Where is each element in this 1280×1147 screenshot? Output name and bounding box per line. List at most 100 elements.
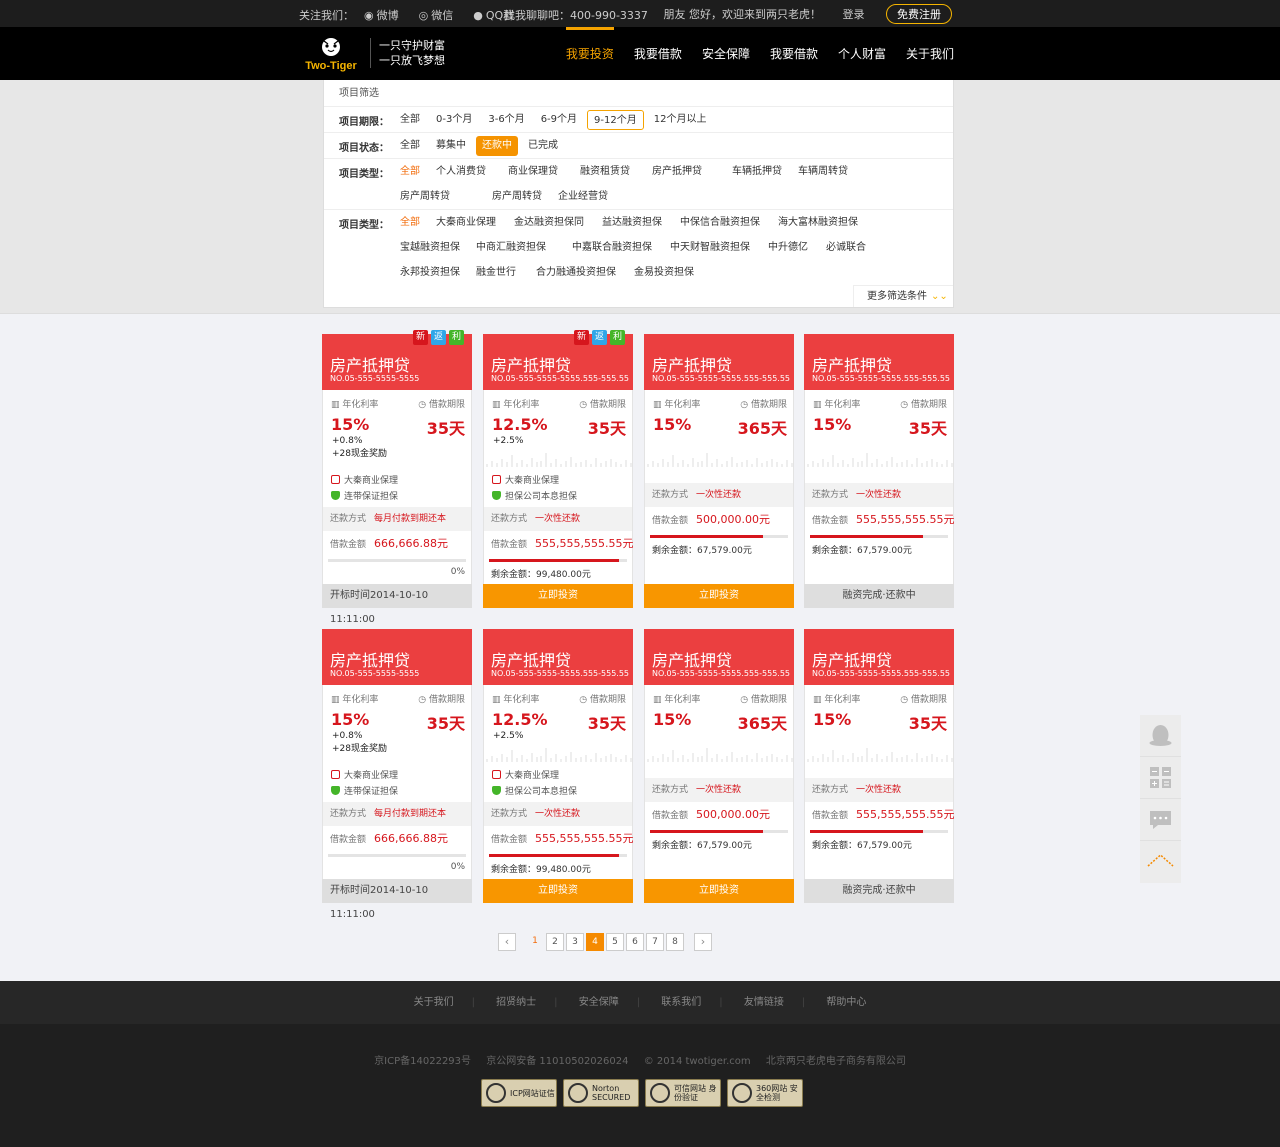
footer-link[interactable]: 友情链接 xyxy=(744,997,784,1008)
page-button[interactable]: 5 xyxy=(606,933,624,951)
repay-row: 还款方式 一次性还款 xyxy=(484,507,632,531)
footer-link[interactable]: 帮助中心 xyxy=(826,997,866,1008)
status-option[interactable]: 已完成 xyxy=(522,136,564,156)
icp-badge[interactable]: ICP网站证信 xyxy=(481,1079,557,1107)
login-link[interactable]: 登录 xyxy=(843,6,865,22)
page-button[interactable]: 7 xyxy=(646,933,664,951)
type-option[interactable]: 企业经营贷 xyxy=(552,187,614,207)
loan-card[interactable]: 房产抵押贷 NO.05-555-5555-5555 ▥ 年化利率 ◷ 借款期限 15% 3… xyxy=(322,629,472,920)
guarantor-option[interactable]: 合力融通投资担保 xyxy=(530,263,622,283)
guarantor-option[interactable]: 大秦商业保理 xyxy=(430,213,502,233)
guarantor-option[interactable]: 永邦投资担保 xyxy=(394,263,466,283)
invest-button[interactable]: 立即投资 xyxy=(483,879,633,903)
project-filter: 项目筛选 项目期限： 全部 0-3个月 3-6个月 6-9个月 9-12个月 1… xyxy=(323,80,954,308)
nav-security[interactable]: 安全保障 xyxy=(702,27,750,80)
page-button[interactable]: 1 xyxy=(526,933,544,951)
type-option[interactable]: 房产周转贷 xyxy=(394,187,456,207)
footer-link[interactable]: 联系我们 xyxy=(661,997,701,1008)
guarantor-option-selected[interactable]: 全部 xyxy=(394,213,426,233)
card-header: 新返利房产抵押贷 NO.05-555-5555-5555.555-555.55 xyxy=(483,330,633,390)
type-option[interactable]: 房产抵押贷 xyxy=(646,162,708,182)
loan-card[interactable]: 房产抵押贷 NO.05-555-5555-5555.555-555.55 ▥ 年化利… xyxy=(804,334,955,608)
loan-card[interactable]: 房产抵押贷 NO.05-555-5555-5555.555-555.55 ▥ 年化利… xyxy=(804,629,955,903)
nav-about[interactable]: 关于我们 xyxy=(906,27,954,80)
page-button[interactable]: 3 xyxy=(566,933,584,951)
guarantor-option[interactable]: 海大富林融资担保 xyxy=(772,213,864,233)
trusted-site-badge[interactable]: 可信网站 身份验证 xyxy=(645,1079,721,1107)
guarantor-option[interactable]: 中嘉联合融资担保 xyxy=(566,238,658,258)
page-button[interactable]: 8 xyxy=(666,933,684,951)
period-option-selected[interactable]: 9-12个月 xyxy=(587,110,644,130)
prev-page-button[interactable]: ‹ xyxy=(498,933,516,951)
guarantor-option[interactable]: 中天财智融资担保 xyxy=(664,238,756,258)
open-time: 开标时间2014-10-10 11:11:00 xyxy=(322,584,472,625)
qq-icon[interactable] xyxy=(1140,715,1181,757)
back-to-top-icon[interactable] xyxy=(1140,841,1181,883)
loan-card[interactable]: 房产抵押贷 NO.05-555-5555-5555.555-555.55 ▥ 年化利… xyxy=(483,629,634,903)
period-option[interactable]: 6-9个月 xyxy=(535,110,583,130)
invest-button[interactable]: 立即投资 xyxy=(483,584,633,608)
loan-days: 365天 xyxy=(737,419,787,438)
logo[interactable]: Two-Tiger xyxy=(300,35,362,73)
loan-card[interactable]: 新返利房产抵押贷 NO.05-555-5555-5555 ▥ 年化利率 ◷ 借款期限 1… xyxy=(322,330,472,625)
invest-button[interactable]: 立即投资 xyxy=(644,879,794,903)
type-option[interactable]: 融资租赁贷 xyxy=(574,162,636,182)
guarantor-option[interactable]: 宝越融资担保 xyxy=(394,238,466,258)
type-option[interactable]: 个人消费贷 xyxy=(430,162,492,182)
calculator-icon[interactable] xyxy=(1140,757,1181,799)
card-header: 房产抵押贷 NO.05-555-5555-5555 xyxy=(322,629,472,685)
loan-card[interactable]: 房产抵押贷 NO.05-555-5555-5555.555-555.55 ▥ 年化利… xyxy=(644,629,794,903)
footer-link[interactable]: 安全保障 xyxy=(579,997,619,1008)
qq-icon: ● xyxy=(473,9,483,22)
period-option[interactable]: 0-3个月 xyxy=(430,110,478,130)
nav-borrow-2[interactable]: 我要借款 xyxy=(770,27,818,80)
guarantor-option[interactable]: 中保信合融资担保 xyxy=(674,213,766,233)
page-button[interactable]: 2 xyxy=(546,933,564,951)
weibo-link[interactable]: ◉ 微博 xyxy=(364,9,409,22)
type-option[interactable]: 车辆周转贷 xyxy=(792,162,854,182)
status-option-selected[interactable]: 还款中 xyxy=(476,136,518,156)
period-option[interactable]: 12个月以上 xyxy=(648,110,713,130)
card-badges: 新返利 xyxy=(410,330,464,345)
status-option[interactable]: 全部 xyxy=(394,136,426,156)
next-page-button[interactable]: › xyxy=(694,933,712,951)
guarantor-option[interactable]: 融金世行 xyxy=(470,263,522,283)
guarantor-option[interactable]: 中商汇融资担保 xyxy=(470,238,552,258)
period-option[interactable]: 全部 xyxy=(394,110,426,130)
nav-wealth[interactable]: 个人财富 xyxy=(838,27,886,80)
svg-text:Two-Tiger: Two-Tiger xyxy=(305,60,357,72)
more-filters-button[interactable]: 更多筛选条件 ⌄⌄ xyxy=(853,285,953,307)
weixin-link[interactable]: ◎ 微信 xyxy=(419,9,464,22)
360-badge[interactable]: 360网站 安全检测 xyxy=(727,1079,803,1107)
loan-days: 35天 xyxy=(908,714,947,733)
footer-divider: | xyxy=(719,997,723,1008)
period-option[interactable]: 3-6个月 xyxy=(482,110,530,130)
nav-invest[interactable]: 我要投资 xyxy=(565,27,614,80)
message-icon[interactable] xyxy=(1140,799,1181,841)
guarantor-option[interactable]: 益达融资担保 xyxy=(596,213,668,233)
page-button[interactable]: 6 xyxy=(626,933,644,951)
type-option[interactable]: 商业保理贷 xyxy=(502,162,564,182)
guarantor-option[interactable]: 金易投资担保 xyxy=(628,263,700,283)
page-button-current[interactable]: 4 xyxy=(586,933,604,951)
nav-borrow[interactable]: 我要借款 xyxy=(634,27,682,80)
type-option-selected[interactable]: 全部 xyxy=(394,162,426,182)
footer-divider: | xyxy=(554,997,558,1008)
footer-link[interactable]: 招贤纳士 xyxy=(496,997,536,1008)
type-option[interactable]: 房产周转贷 xyxy=(486,187,548,207)
period-label: ◷ 借款期限 xyxy=(418,695,465,705)
type-option[interactable]: 车辆抵押贷 xyxy=(726,162,788,182)
guarantor-option[interactable]: 中升德亿 xyxy=(762,238,814,258)
guarantor-option[interactable]: 必诚联合 xyxy=(820,238,872,258)
status-option[interactable]: 募集中 xyxy=(430,136,472,156)
guarantor-option[interactable]: 金达融资担保同 xyxy=(508,213,590,233)
wave-decoration xyxy=(805,746,955,762)
progress-bar xyxy=(328,559,466,562)
loan-card[interactable]: 新返利房产抵押贷 NO.05-555-5555-5555.555-555.55 ▥ … xyxy=(483,330,634,608)
footer-link[interactable]: 关于我们 xyxy=(414,997,454,1008)
invest-button[interactable]: 立即投资 xyxy=(644,584,794,608)
norton-badge[interactable]: Norton SECURED xyxy=(563,1079,639,1107)
register-button[interactable]: 免费注册 xyxy=(886,4,952,24)
loan-card[interactable]: 房产抵押贷 NO.05-555-5555-5555.555-555.55 ▥ 年化利… xyxy=(644,334,794,608)
remaining-amount: 剩余金额：67,579.00元 xyxy=(652,546,752,556)
